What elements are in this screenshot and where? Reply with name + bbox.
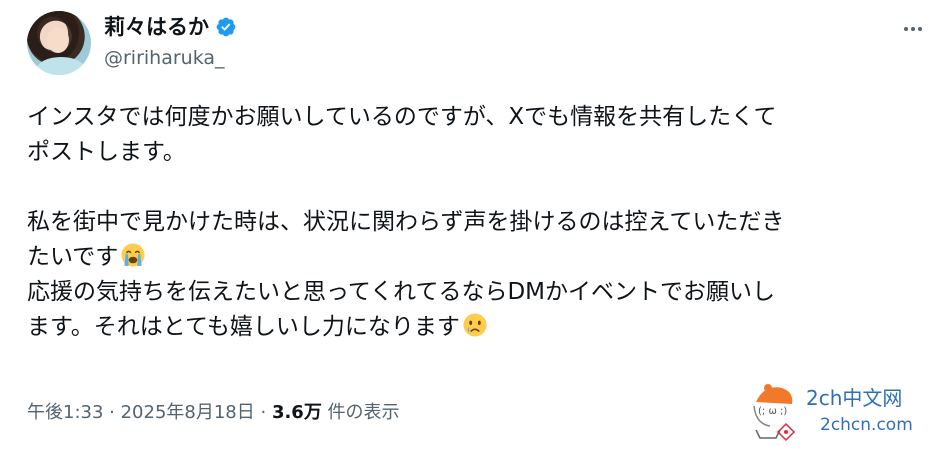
author-handle[interactable]: @ririharuka_ <box>104 46 225 70</box>
watermark: (; ω ;) 2ch中文网 2chcn.com <box>738 378 938 448</box>
post-line-with-emoji: たいです <box>27 240 922 275</box>
more-horizontal-icon[interactable] <box>900 18 926 40</box>
post-line: ポストします。 <box>27 139 186 165</box>
avatar[interactable] <box>27 11 91 75</box>
avatar-face <box>47 27 69 53</box>
post-line: 応援の気持ちを伝えたいと思ってくれてるならDMかイベントでお願いし <box>27 279 776 305</box>
display-name[interactable]: 莉々はるか <box>104 14 209 40</box>
avatar-shirt <box>37 57 85 75</box>
post-meta: 午後1:33 · 2025年8月18日 · 3.6万 件の表示 <box>27 400 400 426</box>
author-name-row: 莉々はるか <box>104 14 237 40</box>
more-dot <box>911 27 915 31</box>
post-text: インスタでは何度かお願いしているのですが、Xでも情報を共有したくて ポストします… <box>27 100 922 345</box>
post-date[interactable]: 2025年8月18日 <box>121 402 255 423</box>
watermark-title: 2ch中文网 <box>806 386 903 410</box>
post-time[interactable]: 午後1:33 <box>27 402 103 423</box>
more-dot <box>904 27 908 31</box>
crying-face-emoji <box>463 313 487 337</box>
watermark-mascot-icon: (; ω ;) <box>753 384 796 442</box>
watermark-url: 2chcn.com <box>820 415 913 435</box>
views-label: 件の表示 <box>321 402 400 423</box>
meta-separator: · <box>254 402 272 423</box>
verified-badge-icon[interactable] <box>215 16 237 38</box>
post-line: ます。それはとても嬉しいし力になります <box>27 314 460 340</box>
post-line-with-emoji: ます。それはとても嬉しいし力になります <box>27 310 922 345</box>
more-dot <box>918 27 922 31</box>
tweet-card: 莉々はるか @ririharuka_ インスタでは何度かお願いしているのですが、… <box>0 0 947 459</box>
meta-separator: · <box>103 402 121 423</box>
loudly-crying-face-emoji <box>121 243 145 267</box>
views-count: 3.6万 <box>271 402 322 423</box>
post-line: インスタでは何度かお願いしているのですが、Xでも情報を共有したくて <box>27 104 777 130</box>
post-line: たいです <box>27 244 119 270</box>
svg-text:(; ω ;): (; ω ;) <box>758 406 787 417</box>
post-line: 私を街中で見かけた時は、状況に関わらず声を掛けるのは控えていただき <box>27 209 785 235</box>
